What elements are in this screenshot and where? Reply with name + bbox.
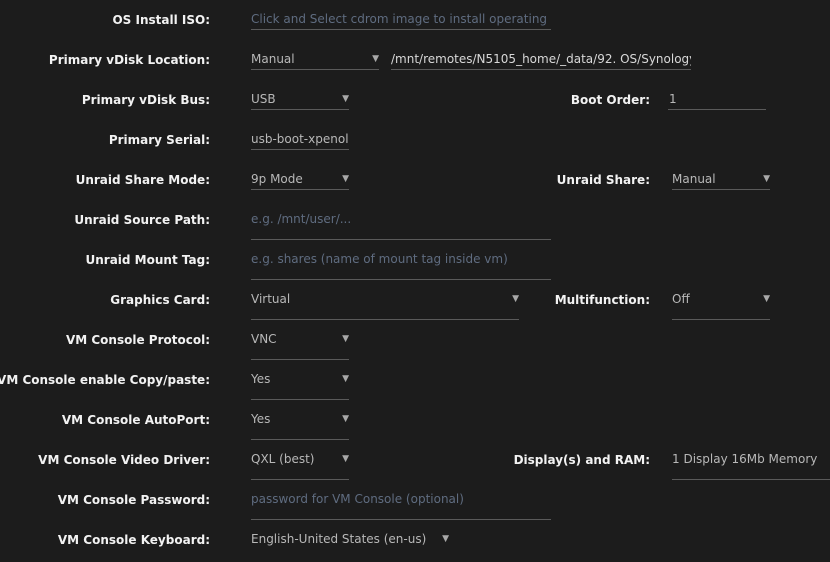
chevron-down-icon: ▼ bbox=[342, 374, 349, 384]
chevron-down-icon: ▼ bbox=[342, 334, 349, 344]
displays-and-ram-select[interactable]: 1 Display 16Mb Memory bbox=[672, 448, 830, 480]
chevron-down-icon: ▼ bbox=[372, 54, 379, 64]
vm-console-video-driver-select[interactable]: QXL (best) ▼ bbox=[251, 448, 349, 480]
row-vm-console-copy-paste: VM Console enable Copy/paste: Yes ▼ bbox=[0, 362, 830, 402]
row-vm-console-video-driver: VM Console Video Driver: QXL (best) ▼ Di… bbox=[0, 442, 830, 482]
primary-vdisk-bus-label: Primary vDisk Bus: bbox=[81, 93, 210, 107]
vm-console-password-input[interactable]: password for VM Console (optional) bbox=[251, 488, 551, 520]
vm-console-copy-paste-select[interactable]: Yes ▼ bbox=[251, 368, 349, 400]
row-primary-vdisk-bus: Primary vDisk Bus: USB ▼ Boot Order: 1 bbox=[0, 82, 830, 122]
vm-console-video-driver-label: VM Console Video Driver: bbox=[38, 453, 210, 467]
row-unraid-share-mode: Unraid Share Mode: 9p Mode ▼ Unraid Shar… bbox=[0, 162, 830, 202]
vm-console-keyboard-select[interactable]: English-United States (en-us) ▼ bbox=[251, 528, 449, 557]
unraid-source-path-label: Unraid Source Path: bbox=[74, 213, 210, 227]
unraid-share-mode-label: Unraid Share Mode: bbox=[75, 173, 210, 187]
chevron-down-icon: ▼ bbox=[342, 414, 349, 424]
chevron-down-icon: ▼ bbox=[442, 534, 449, 544]
chevron-down-icon: ▼ bbox=[342, 174, 349, 184]
row-unraid-source-path: Unraid Source Path: e.g. /mnt/user/... bbox=[0, 202, 830, 242]
primary-vdisk-location-label: Primary vDisk Location: bbox=[48, 53, 210, 67]
primary-vdisk-path-input[interactable]: /mnt/remotes/N5105_home/_data/92. OS/Syn… bbox=[391, 48, 691, 70]
chevron-down-icon: ▼ bbox=[763, 294, 770, 304]
unraid-share-mode-select[interactable]: 9p Mode ▼ bbox=[251, 168, 349, 190]
displays-and-ram-label: Display(s) and RAM: bbox=[513, 453, 650, 467]
unraid-mount-tag-label: Unraid Mount Tag: bbox=[85, 253, 211, 267]
graphics-card-select[interactable]: Virtual ▼ bbox=[251, 288, 519, 320]
os-install-iso-label: OS Install ISO: bbox=[112, 13, 210, 27]
unraid-share-label: Unraid Share: bbox=[556, 173, 650, 187]
row-os-install-iso: OS Install ISO: Click and Select cdrom i… bbox=[0, 2, 830, 42]
vm-console-protocol-label: VM Console Protocol: bbox=[65, 333, 210, 347]
row-primary-vdisk-location: Primary vDisk Location: Manual ▼ /mnt/re… bbox=[0, 42, 830, 82]
row-vm-console-password: VM Console Password: password for VM Con… bbox=[0, 482, 830, 522]
primary-vdisk-bus-select[interactable]: USB ▼ bbox=[251, 88, 349, 110]
row-vm-console-protocol: VM Console Protocol: VNC ▼ bbox=[0, 322, 830, 362]
graphics-card-label: Graphics Card: bbox=[110, 293, 210, 307]
unraid-share-select[interactable]: Manual ▼ bbox=[672, 168, 770, 190]
vm-console-keyboard-label: VM Console Keyboard: bbox=[57, 533, 210, 547]
boot-order-label: Boot Order: bbox=[570, 93, 650, 107]
multifunction-label: Multifunction: bbox=[554, 293, 650, 307]
row-vm-console-autoport: VM Console AutoPort: Yes ▼ bbox=[0, 402, 830, 442]
boot-order-input[interactable]: 1 bbox=[668, 88, 766, 110]
multifunction-select[interactable]: Off ▼ bbox=[672, 288, 770, 320]
vm-console-autoport-select[interactable]: Yes ▼ bbox=[251, 408, 349, 440]
chevron-down-icon: ▼ bbox=[342, 454, 349, 464]
row-primary-serial: Primary Serial: usb-boot-xpenology bbox=[0, 122, 830, 162]
vm-console-autoport-label: VM Console AutoPort: bbox=[61, 413, 210, 427]
chevron-down-icon: ▼ bbox=[342, 94, 349, 104]
row-vm-console-keyboard: VM Console Keyboard: English-United Stat… bbox=[0, 522, 830, 562]
chevron-down-icon: ▼ bbox=[763, 174, 770, 184]
chevron-down-icon: ▼ bbox=[512, 294, 519, 304]
vm-console-password-label: VM Console Password: bbox=[57, 493, 210, 507]
vm-console-copy-paste-label: VM Console enable Copy/paste: bbox=[0, 373, 210, 387]
row-unraid-mount-tag: Unraid Mount Tag: e.g. shares (name of m… bbox=[0, 242, 830, 282]
unraid-source-path-input[interactable]: e.g. /mnt/user/... bbox=[251, 208, 551, 240]
primary-vdisk-location-select[interactable]: Manual ▼ bbox=[251, 48, 379, 70]
unraid-mount-tag-input[interactable]: e.g. shares (name of mount tag inside vm… bbox=[251, 248, 551, 280]
vm-console-protocol-select[interactable]: VNC ▼ bbox=[251, 328, 349, 360]
primary-serial-input[interactable]: usb-boot-xpenology bbox=[251, 128, 349, 150]
os-install-iso-input[interactable]: Click and Select cdrom image to install … bbox=[251, 8, 551, 30]
row-graphics-card: Graphics Card: Virtual ▼ Multifunction: … bbox=[0, 282, 830, 322]
primary-serial-label: Primary Serial: bbox=[108, 133, 210, 147]
